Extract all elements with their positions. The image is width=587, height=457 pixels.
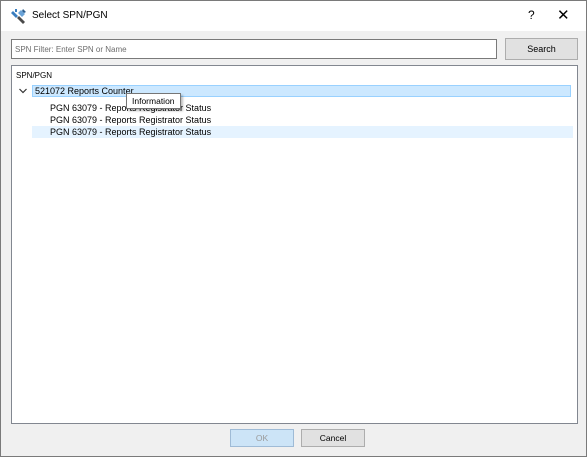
tools-icon <box>11 8 27 24</box>
chevron-down-icon[interactable] <box>18 86 28 96</box>
tree-node-child[interactable]: PGN 63079 - Reports Registrator Status <box>50 114 211 126</box>
tree-node-child-hovered[interactable]: PGN 63079 - Reports Registrator Status <box>32 126 573 138</box>
help-button[interactable]: ? <box>528 8 535 22</box>
search-button[interactable]: Search <box>505 38 578 60</box>
window-title: Select SPN/PGN <box>32 10 108 21</box>
spn-filter-input[interactable] <box>11 39 497 59</box>
spn-pgn-tree[interactable]: SPN/PGN 521072 Reports Counter PGN 63079… <box>11 65 578 424</box>
cancel-button[interactable]: Cancel <box>301 429 365 447</box>
title-bar: Select SPN/PGN ? ✕ <box>1 1 586 31</box>
close-button[interactable]: ✕ <box>557 6 570 24</box>
tree-node-root[interactable]: 521072 Reports Counter <box>32 85 571 97</box>
tree-header: SPN/PGN <box>16 71 53 80</box>
information-tooltip: Information <box>126 93 181 109</box>
ok-button[interactable]: OK <box>230 429 294 447</box>
select-spn-pgn-dialog: Select SPN/PGN ? ✕ Search SPN/PGN 521072… <box>0 0 587 457</box>
